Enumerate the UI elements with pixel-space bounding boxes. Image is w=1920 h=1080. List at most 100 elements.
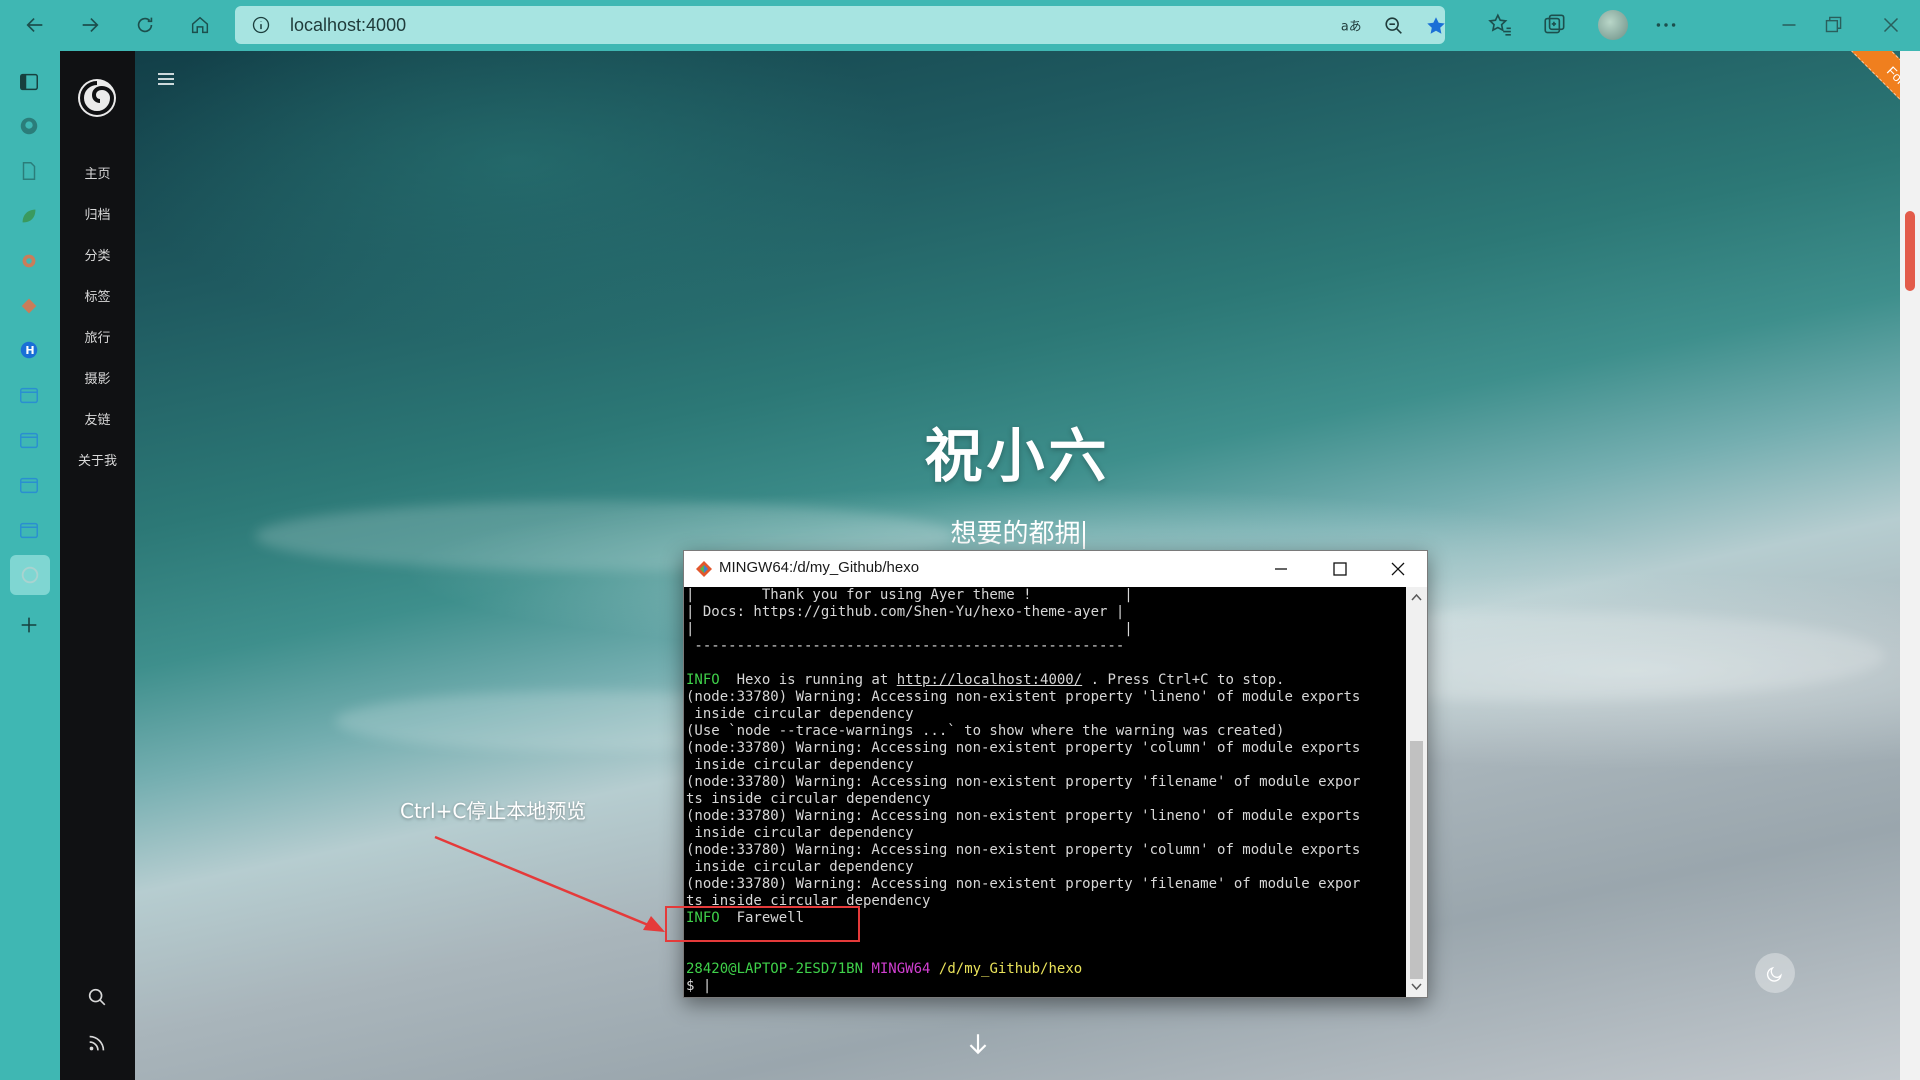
terminal-line: inside circular dependency <box>686 757 1404 774</box>
menu-item-categories[interactable]: 分类 <box>60 245 135 264</box>
terminal-close-icon[interactable] <box>1386 557 1410 581</box>
menu-item-photography[interactable]: 摄影 <box>60 368 135 387</box>
github-ribbon-text[interactable]: Fork me on GitHub <box>1843 51 1900 192</box>
calendar-icon-4[interactable] <box>18 519 40 541</box>
site-title: 祝小六 <box>924 422 1111 490</box>
subtitle-text: 想要的都拥 <box>950 519 1081 549</box>
tab-actions-icon[interactable] <box>18 71 40 93</box>
terminal-scrollbar-thumb[interactable] <box>1410 741 1423 979</box>
terminal-text: | Thank you for using Ayer theme ! | <box>686 587 1133 603</box>
page-scrollbar-thumb[interactable] <box>1905 211 1915 291</box>
collections-icon[interactable] <box>1542 12 1568 38</box>
terminal-line: 28420@LAPTOP-2ESD71BN MINGW64 /d/my_Gith… <box>686 961 1404 978</box>
terminal-text: $ <box>686 978 703 994</box>
calendar-icon-1[interactable] <box>18 384 40 406</box>
calendar-icon-3[interactable] <box>18 474 40 496</box>
home-icon <box>191 16 209 34</box>
terminal-text: (node:33780) Warning: Accessing non-exis… <box>686 842 1361 858</box>
site-logo-icon[interactable] <box>76 77 118 119</box>
close-icon[interactable] <box>1878 12 1904 38</box>
terminal-text: inside circular dependency <box>686 706 914 722</box>
terminal-text: | | <box>686 621 1133 637</box>
terminal-line: ----------------------------------------… <box>686 638 1404 655</box>
profile-avatar[interactable] <box>1598 10 1628 40</box>
refresh-icon <box>137 17 153 33</box>
terminal-text: ----------------------------------------… <box>686 638 1125 654</box>
search-icon[interactable] <box>86 986 108 1008</box>
favorites-icon[interactable] <box>1487 12 1513 38</box>
minimize-icon[interactable] <box>1776 12 1802 38</box>
page-scrollbar[interactable] <box>1900 51 1920 1080</box>
terminal-text: 28420@LAPTOP-2ESD71BN <box>686 961 864 977</box>
terminal-text: Hexo is running at <box>719 672 897 688</box>
chevron-down-icon[interactable] <box>1410 980 1423 993</box>
leaf-icon[interactable] <box>18 205 40 227</box>
translate-icon[interactable]: aあ <box>1340 15 1362 37</box>
add-icon[interactable] <box>18 614 40 636</box>
back-button[interactable] <box>17 8 53 42</box>
more-options-icon[interactable] <box>1653 12 1679 38</box>
info-icon[interactable] <box>251 15 271 35</box>
calendar-icon-2[interactable] <box>18 429 40 451</box>
terminal-line: INFO Hexo is running at http://localhost… <box>686 672 1404 689</box>
arrow-right-icon <box>82 17 99 33</box>
terminal-scrollbar[interactable] <box>1406 587 1427 997</box>
terminal-text: (node:33780) Warning: Accessing non-exis… <box>686 740 1361 756</box>
github-icon[interactable] <box>18 115 40 137</box>
active-tab-highlight[interactable] <box>10 555 50 595</box>
url-text[interactable]: localhost:4000 <box>290 15 406 36</box>
terminal-line: (node:33780) Warning: Accessing non-exis… <box>686 808 1404 825</box>
address-bar[interactable]: localhost:4000 aあ <box>235 6 1445 44</box>
menu-item-friends[interactable]: 友链 <box>60 409 135 428</box>
terminal-line: (node:33780) Warning: Accessing non-exis… <box>686 689 1404 706</box>
diamond-app-icon[interactable] <box>18 295 40 317</box>
refresh-button[interactable] <box>127 8 163 42</box>
terminal-line: (node:33780) Warning: Accessing non-exis… <box>686 876 1404 893</box>
zoom-out-icon[interactable] <box>1383 15 1405 37</box>
site-subtitle: 想要的都拥 <box>135 513 1900 550</box>
terminal-line: (node:33780) Warning: Accessing non-exis… <box>686 774 1404 791</box>
gear-app-icon[interactable] <box>18 250 40 272</box>
menu-item-about[interactable]: 关于我 <box>60 450 135 469</box>
home-button[interactable] <box>182 8 218 42</box>
chevron-up-icon[interactable] <box>1410 591 1423 604</box>
terminal-line: inside circular dependency <box>686 706 1404 723</box>
site-tab-icon <box>21 566 39 584</box>
terminal-text: /d/my_Github/hexo <box>938 961 1083 977</box>
terminal-text: | Docs: https://github.com/Shen-Yu/hexo-… <box>686 604 1125 620</box>
terminal-line: (node:33780) Warning: Accessing non-exis… <box>686 842 1404 859</box>
terminal-text: inside circular dependency <box>686 825 914 841</box>
forward-button[interactable] <box>72 8 108 42</box>
github-ribbon[interactable]: Fork me on GitHub <box>1805 51 1900 201</box>
terminal-minimize-icon[interactable] <box>1269 557 1293 581</box>
h-app-icon[interactable]: H <box>18 339 40 361</box>
svg-text:H: H <box>25 344 34 357</box>
terminal-text: INFO <box>686 672 720 688</box>
dark-mode-button[interactable] <box>1755 953 1795 993</box>
menu-item-archive[interactable]: 归档 <box>60 204 135 223</box>
terminal-line: inside circular dependency <box>686 859 1404 876</box>
scroll-down-icon[interactable] <box>965 1031 991 1057</box>
terminal-line: (Use `node --trace-warnings ...` to show… <box>686 723 1404 740</box>
terminal-titlebar[interactable]: MINGW64:/d/my_Github/hexo <box>684 551 1427 587</box>
restore-icon[interactable] <box>1820 12 1846 38</box>
menu-item-tags[interactable]: 标签 <box>60 286 135 305</box>
rss-icon[interactable] <box>86 1032 108 1054</box>
typing-caret <box>1082 520 1085 549</box>
hamburger-menu-icon[interactable] <box>157 71 175 87</box>
menu-item-travel[interactable]: 旅行 <box>60 327 135 346</box>
terminal-line: ts inside circular dependency <box>686 791 1404 808</box>
browser-sidebar: H <box>0 51 60 1080</box>
annotation-label: Ctrl+C停止本地预览 <box>400 799 587 823</box>
annotation-highlight-box <box>665 906 860 942</box>
terminal-title: MINGW64:/d/my_Github/hexo <box>719 559 920 576</box>
favorite-star-icon[interactable] <box>1425 15 1447 37</box>
terminal-maximize-icon[interactable] <box>1328 557 1352 581</box>
site-sidebar: 主页 归档 分类 标签 旅行 摄影 友链 关于我 <box>60 51 135 1080</box>
menu-item-home[interactable]: 主页 <box>60 163 135 182</box>
document-icon[interactable] <box>18 160 40 182</box>
svg-text:aあ: aあ <box>1341 20 1362 35</box>
terminal-text: . Press Ctrl+C to stop. <box>1082 672 1285 688</box>
terminal-line: | Docs: https://github.com/Shen-Yu/hexo-… <box>686 604 1404 621</box>
